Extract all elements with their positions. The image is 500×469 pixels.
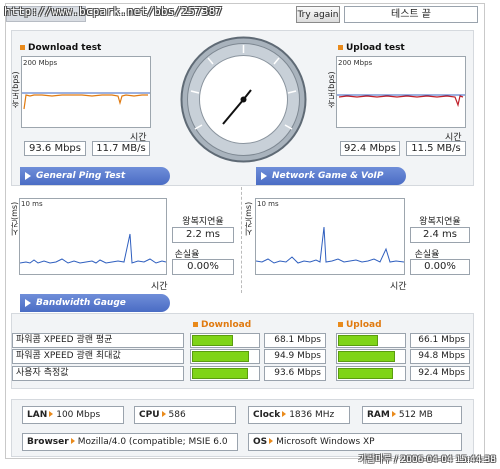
bullet-icon xyxy=(338,45,343,50)
ping-left-scale: 10 ms xyxy=(21,200,43,208)
arrow-icon xyxy=(161,411,166,417)
try-again-button[interactable]: Try again xyxy=(296,6,340,23)
os-value: Microsoft Windows XP xyxy=(276,437,375,447)
download-line xyxy=(22,92,150,110)
download-value: 94.9 Mbps xyxy=(264,349,326,364)
download-value: 68.1 Mbps xyxy=(264,333,326,348)
download-bar xyxy=(192,351,249,362)
arrow-icon xyxy=(70,438,75,444)
bullet-icon xyxy=(338,322,343,327)
browser-info: Browser Mozilla/4.0 (compatible; MSIE 6.0 xyxy=(22,433,238,451)
speedometer-dial xyxy=(180,36,307,163)
bullet-icon xyxy=(193,322,198,327)
arrow-icon xyxy=(25,172,31,180)
ping-left-graph xyxy=(19,198,167,275)
arrow-icon xyxy=(49,411,54,417)
lan-value: 100 Mbps xyxy=(56,410,101,420)
ram-info: RAM 512 MB xyxy=(362,406,462,424)
section-divider xyxy=(241,187,242,293)
gauge-download-title: Download xyxy=(193,320,251,330)
cpu-label: CPU xyxy=(139,410,160,420)
watermark: 가람마루 / 2006-04-04 15:44:38 xyxy=(358,455,496,465)
upload-value: 94.8 Mbps xyxy=(410,349,470,364)
upload-value: 66.1 Mbps xyxy=(410,333,470,348)
ping-right-graph xyxy=(255,198,405,275)
arrow-icon xyxy=(25,299,31,307)
ping-right-loss-value: 0.00% xyxy=(410,259,470,275)
upload-mbps: 92.4 Mbps xyxy=(340,141,400,156)
browser-value: Mozilla/4.0 (compatible; MSIE 6.0 xyxy=(77,437,228,447)
os-info: OS Microsoft Windows XP xyxy=(248,433,462,451)
download-mbs: 11.7 MB/s xyxy=(92,141,150,156)
upload-scale: 200 Mbps xyxy=(338,59,373,67)
download-bar xyxy=(192,368,248,379)
ping-right-rtt-value: 2.4 ms xyxy=(410,227,470,243)
upload-mbs: 11.5 MB/s xyxy=(406,141,466,156)
browser-label: Browser xyxy=(27,437,69,447)
tab-general-ping[interactable]: General Ping Test xyxy=(20,167,170,185)
arrow-icon xyxy=(261,172,267,180)
cpu-info: CPU 586 xyxy=(134,406,236,424)
tab-bandwidth-gauge[interactable]: Bandwidth Gauge xyxy=(20,294,170,312)
ping-right-ylabel: 시간(ms) xyxy=(244,201,253,236)
download-bar xyxy=(192,335,233,346)
ping-left-rtt-value: 2.2 ms xyxy=(172,227,234,243)
gauge-upload-title-text: Upload xyxy=(346,320,382,330)
upload-value: 92.4 Mbps xyxy=(410,366,470,381)
upload-line xyxy=(337,94,465,108)
upload-title-text: Upload test xyxy=(346,43,405,53)
source-url: http://www.bcpark.net/bbs/257387 xyxy=(4,5,223,18)
ping-left-rtt-label: 왕복지연율 xyxy=(182,217,224,227)
download-value: 93.6 Mbps xyxy=(264,366,326,381)
lan-label: LAN xyxy=(27,410,48,420)
tab-general-ping-label: General Ping Test xyxy=(36,171,126,181)
ping-left-loss-value: 0.00% xyxy=(172,259,234,275)
bullet-icon xyxy=(20,45,25,50)
gauge-row-label: 파워콤 XPEED 광랜 평균 xyxy=(12,333,184,348)
clock-info: Clock 1836 MHz xyxy=(248,406,350,424)
clock-label: Clock xyxy=(253,410,281,420)
ping-right-rtt-label: 왕복지연율 xyxy=(419,217,461,227)
gauge-row-label: 사용자 측정값 xyxy=(12,366,184,381)
upload-bar xyxy=(338,368,393,379)
arrow-icon xyxy=(269,438,274,444)
download-ylabel: 속도(bps) xyxy=(11,71,20,108)
download-title: Download test xyxy=(20,43,101,53)
speedometer xyxy=(180,36,307,163)
ping-right-line xyxy=(255,226,405,264)
os-label: OS xyxy=(253,437,268,447)
download-mbps: 93.6 Mbps xyxy=(24,141,86,156)
gauge-upload-title: Upload xyxy=(338,320,382,330)
download-scale: 200 Mbps xyxy=(23,59,58,67)
gauge-row-label: 파워콤 XPEED 광랜 최대값 xyxy=(12,349,184,364)
gauge-download-title-text: Download xyxy=(201,320,252,330)
test-status: 테스트 끝 xyxy=(344,6,478,23)
ping-right-time-label: 시간 xyxy=(390,282,407,292)
ping-left-line xyxy=(19,233,167,264)
arrow-icon xyxy=(391,411,396,417)
tab-network-game[interactable]: Network Game & VoIP Test xyxy=(256,167,406,199)
ping-left-time-label: 시간 xyxy=(151,282,168,292)
download-title-text: Download test xyxy=(28,43,102,53)
lan-info: LAN 100 Mbps xyxy=(22,406,124,424)
clock-value: 1836 MHz xyxy=(289,410,335,420)
ram-label: RAM xyxy=(367,410,390,420)
arrow-icon xyxy=(282,411,287,417)
ram-value: 512 MB xyxy=(398,410,433,420)
upload-bar xyxy=(338,351,395,362)
ping-right-scale: 10 ms xyxy=(257,200,279,208)
tab-bandwidth-gauge-label: Bandwidth Gauge xyxy=(36,298,126,308)
upload-bar xyxy=(338,335,378,346)
upload-title: Upload test xyxy=(338,43,405,53)
cpu-value: 586 xyxy=(168,410,186,420)
